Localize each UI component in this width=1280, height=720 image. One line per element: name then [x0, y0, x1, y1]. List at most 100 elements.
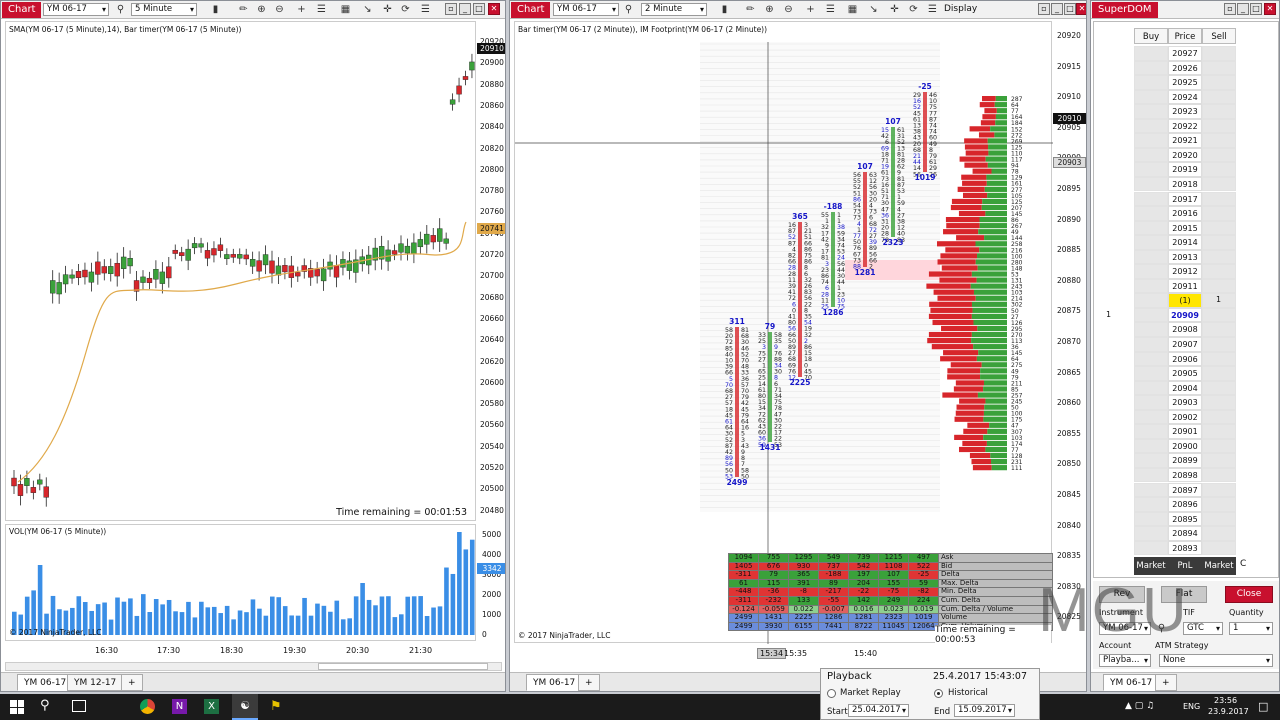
- dom-price-cell[interactable]: 20927: [1168, 46, 1202, 61]
- search-icon[interactable]: ⚲: [40, 698, 50, 713]
- clock-date[interactable]: 23.9.2017: [1208, 707, 1249, 716]
- dom-price-cell[interactable]: 20915: [1168, 220, 1202, 236]
- pattern-icon[interactable]: ✛: [381, 3, 394, 16]
- close-button[interactable]: ✕: [488, 3, 500, 15]
- add-tab-button[interactable]: +: [1155, 674, 1177, 691]
- onenote-icon[interactable]: N: [172, 699, 187, 714]
- end-date-picker[interactable]: 15.09.2017: [954, 704, 1015, 717]
- close-position-button[interactable]: Close: [1225, 586, 1273, 603]
- tab-ym-06-17[interactable]: YM 06-17: [17, 674, 74, 691]
- dom-price-cell[interactable]: 20907: [1168, 337, 1202, 352]
- dom-bottom-button[interactable]: Market: [1202, 557, 1236, 575]
- dom-price-cell[interactable]: 20911: [1168, 278, 1202, 294]
- maximize-button[interactable]: □: [473, 3, 485, 15]
- dom-price-cell[interactable]: 20896: [1168, 497, 1202, 512]
- dom-price-cell[interactable]: 20912: [1168, 264, 1202, 279]
- tab-dom-ym-06-17[interactable]: YM 06-17: [1103, 674, 1160, 691]
- atm-select[interactable]: None: [1159, 654, 1273, 667]
- dom-price-cell[interactable]: 20918: [1168, 176, 1202, 192]
- interval-select-2[interactable]: 2 Minute: [641, 3, 707, 16]
- bars-type-icon[interactable]: ▮: [209, 3, 222, 16]
- dom-price-cell[interactable]: 20914: [1168, 235, 1202, 250]
- scroll-thumb[interactable]: [318, 663, 488, 670]
- app-icon[interactable]: ⚑: [270, 699, 282, 714]
- zoom-out-icon[interactable]: ⊖: [273, 3, 286, 16]
- indicator-icon[interactable]: ✏: [744, 3, 757, 16]
- maximize-button[interactable]: □: [1064, 3, 1076, 15]
- reverse-button[interactable]: Rev: [1099, 586, 1145, 603]
- dom-price-cell[interactable]: 20900: [1168, 438, 1202, 454]
- dom-price-cell[interactable]: 20921: [1168, 133, 1202, 148]
- start-icon[interactable]: [10, 700, 24, 714]
- properties-icon[interactable]: ☰: [315, 3, 328, 16]
- dom-price-cell[interactable]: 20905: [1168, 366, 1202, 381]
- dom-price-cell[interactable]: 20920: [1168, 147, 1202, 163]
- search-icon[interactable]: ⚲: [622, 3, 635, 16]
- dom-price-cell[interactable]: 20926: [1168, 60, 1202, 76]
- interval-select[interactable]: 5 Minute: [131, 3, 197, 16]
- display-label[interactable]: Display: [944, 4, 977, 14]
- refresh-icon[interactable]: ⟳: [399, 3, 412, 16]
- dom-price-cell[interactable]: 20895: [1168, 511, 1202, 527]
- dom-price-cell[interactable]: 20925: [1168, 75, 1202, 90]
- dom-price-cell[interactable]: 20898: [1168, 467, 1202, 483]
- add-tab-button[interactable]: +: [578, 674, 600, 691]
- dom-price-cell[interactable]: 20906: [1168, 351, 1202, 367]
- refresh-icon[interactable]: ⟳: [907, 3, 920, 16]
- superdom-title[interactable]: SuperDOM: [1092, 2, 1158, 18]
- dom-price-cell[interactable]: 20922: [1168, 118, 1202, 134]
- drawing-tools-icon[interactable]: ↘: [867, 3, 880, 16]
- clock-time[interactable]: 23:56: [1214, 696, 1237, 705]
- dom-price-cell[interactable]: 20904: [1168, 380, 1202, 396]
- notification-icon[interactable]: □: [1258, 700, 1268, 713]
- dom-price-cell[interactable]: 20908: [1168, 322, 1202, 337]
- excel-icon[interactable]: X: [204, 699, 219, 714]
- close-button[interactable]: ✕: [1264, 3, 1276, 15]
- dom-bottom-button[interactable]: Market: [1134, 557, 1168, 575]
- dom-price-cell[interactable]: 20919: [1168, 162, 1202, 177]
- strategy-icon[interactable]: ▦: [846, 3, 859, 16]
- drawing-tools-icon[interactable]: ↘: [361, 3, 374, 16]
- zoom-in-icon[interactable]: ⊕: [763, 3, 776, 16]
- add-tab-button[interactable]: +: [121, 674, 143, 691]
- list-icon[interactable]: ☰: [926, 3, 939, 16]
- ninjatrader-icon[interactable]: ☯: [232, 694, 258, 720]
- search-icon[interactable]: ⚲: [114, 3, 127, 16]
- pin-button[interactable]: ▫: [445, 3, 457, 15]
- dom-instrument-select[interactable]: YM 06-17: [1099, 622, 1151, 635]
- maximize-button[interactable]: □: [1250, 3, 1262, 15]
- dom-price-cell[interactable]: 20897: [1168, 482, 1202, 498]
- language-indicator[interactable]: ENG: [1183, 702, 1200, 711]
- dom-price-cell[interactable]: 20917: [1168, 191, 1202, 207]
- tab-ym-06-17-2[interactable]: YM 06-17: [526, 674, 583, 691]
- tab-ym-12-17[interactable]: YM 12-17: [67, 674, 124, 691]
- properties-icon[interactable]: ☰: [824, 3, 837, 16]
- dom-price-cell[interactable]: 20893: [1168, 540, 1202, 556]
- chart-tag[interactable]: Chart: [2, 2, 42, 18]
- dom-price-cell[interactable]: 20924: [1168, 89, 1202, 105]
- dom-price-cell[interactable]: 20913: [1168, 249, 1202, 265]
- scrollbar[interactable]: [5, 662, 502, 671]
- crosshair-icon[interactable]: +: [804, 3, 817, 16]
- dom-price-cell[interactable]: 20909: [1168, 307, 1202, 323]
- search-icon[interactable]: ⚲: [1155, 622, 1168, 635]
- account-select[interactable]: Playba...: [1099, 654, 1151, 667]
- dom-price-cell[interactable]: 20916: [1168, 206, 1202, 221]
- dom-price-cell[interactable]: 20903: [1168, 395, 1202, 410]
- task-view-icon[interactable]: [72, 700, 86, 712]
- instrument-select-2[interactable]: YM 06-17: [553, 3, 619, 16]
- pin-button[interactable]: ▫: [1224, 3, 1236, 15]
- minimize-button[interactable]: _: [1051, 3, 1063, 15]
- historical-radio[interactable]: [934, 689, 943, 698]
- close-button[interactable]: ✕: [1076, 3, 1086, 15]
- instrument-select[interactable]: YM 06-17: [43, 3, 109, 16]
- chart-tag-2[interactable]: Chart: [511, 2, 551, 18]
- start-date-picker[interactable]: 25.04.2017: [848, 704, 909, 717]
- flat-button[interactable]: Flat: [1161, 586, 1207, 603]
- dom-price-cell[interactable]: 20899: [1168, 453, 1202, 468]
- minimize-button[interactable]: _: [459, 3, 471, 15]
- tif-select[interactable]: GTC: [1183, 622, 1223, 635]
- dom-price-cell[interactable]: (1) 20910: [1168, 293, 1202, 318]
- quantity-stepper[interactable]: 1: [1229, 622, 1273, 635]
- zoom-in-icon[interactable]: ⊕: [255, 3, 268, 16]
